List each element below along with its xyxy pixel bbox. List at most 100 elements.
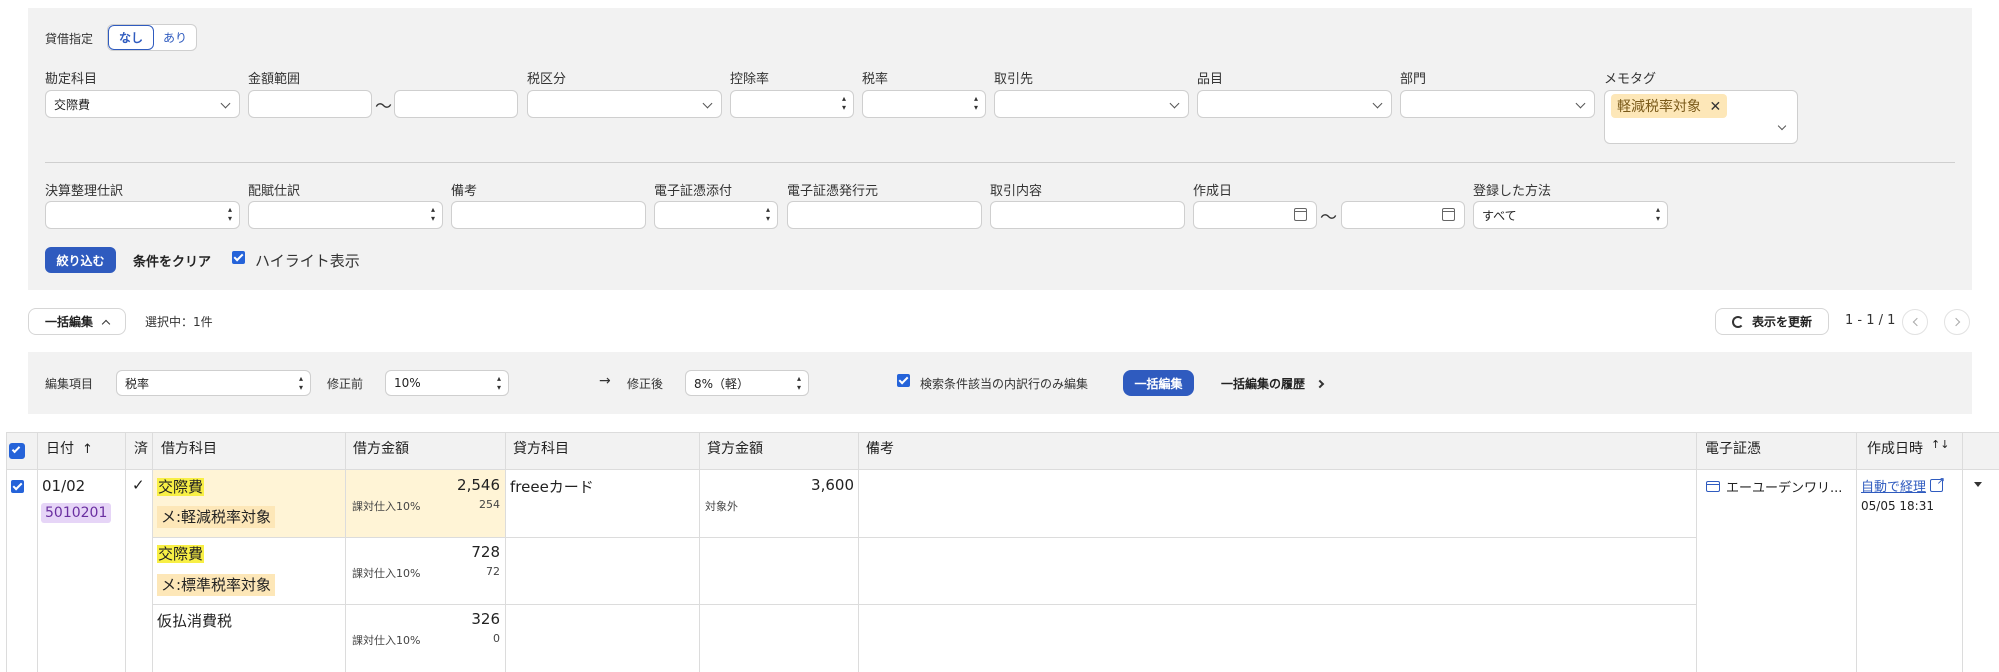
remarks-input[interactable]: [451, 201, 646, 229]
tax-category-select[interactable]: [527, 90, 722, 118]
amount-range-tilde: 〜: [375, 97, 392, 117]
grid-line: [125, 432, 126, 672]
ev-attach-select[interactable]: [654, 201, 778, 229]
grid-line: [1696, 432, 1697, 672]
calendar-icon[interactable]: [1294, 208, 1307, 221]
deduction-rate-label: 控除率: [730, 72, 770, 87]
debit-tax-amount: 254: [479, 498, 500, 511]
chevron-up-icon: [101, 319, 111, 328]
row-number-badge[interactable]: 5010201: [41, 503, 112, 523]
reg-method-label: 登録した方法: [1473, 184, 1552, 199]
bulk-history-button[interactable]: 一括編集の履歴: [1221, 375, 1325, 392]
account-label: 勘定科目: [45, 72, 98, 87]
amount-range-label: 金額範囲: [248, 72, 301, 87]
remarks-label: 備考: [451, 184, 478, 199]
bulk-before-label: 修正前: [327, 377, 364, 391]
amount-max-input[interactable]: [394, 90, 518, 118]
debit-amount: 2,546: [457, 476, 500, 494]
th-done: 済: [134, 441, 148, 457]
table-header: [6, 432, 1999, 470]
evidence-link[interactable]: エーユーデンワリ...: [1706, 477, 1842, 496]
row-menu-caret-icon[interactable]: [1974, 482, 1982, 487]
check-icon: [11, 444, 21, 454]
bulk-before-select[interactable]: 10%: [385, 370, 509, 396]
sort-up-icon[interactable]: ↑: [82, 442, 93, 457]
highlight-label: ハイライト表示: [255, 252, 360, 270]
calendar-icon[interactable]: [1442, 208, 1455, 221]
tax-rate-select[interactable]: [862, 90, 986, 118]
created-date-from[interactable]: [1193, 201, 1317, 229]
reg-method-select[interactable]: すべて: [1473, 201, 1668, 229]
highlight-checkbox[interactable]: [232, 251, 245, 264]
item-select[interactable]: [1197, 90, 1392, 118]
closing-select[interactable]: [45, 201, 240, 229]
memo-tag-select[interactable]: 軽減税率対象 ✕: [1604, 90, 1798, 144]
ev-issuer-input[interactable]: [787, 201, 982, 229]
credit-amount: 3,600: [811, 476, 854, 494]
th-remarks: 備考: [866, 441, 894, 457]
created-date-to[interactable]: [1341, 201, 1465, 229]
bulk-field-select[interactable]: 税率: [116, 370, 311, 396]
debit-tax-category: 課対仕入10%: [352, 500, 421, 513]
th-credit-amount: 貸方金額: [707, 441, 763, 457]
taishaku-toggle: なし あり: [107, 24, 197, 51]
grid-line: [1856, 432, 1857, 672]
txn-content-input[interactable]: [990, 201, 1185, 229]
bulk-apply-button[interactable]: 一括編集: [1123, 370, 1194, 396]
ev-issuer-label: 電子証憑発行元: [787, 184, 879, 199]
bulk-arrow: →: [599, 373, 611, 389]
external-link-icon: ↗: [1930, 477, 1945, 492]
chevron-right-icon: [1951, 317, 1960, 327]
closing-label: 決算整理仕訳: [45, 184, 124, 199]
sort-both-icon[interactable]: ↑↓: [1931, 438, 1949, 451]
grid-line: [152, 604, 1696, 605]
th-credit-account: 貸方科目: [513, 441, 569, 457]
apply-filter-button[interactable]: 絞り込む: [45, 247, 116, 273]
debit-tax-category: 課対仕入10%: [352, 634, 421, 647]
refresh-button[interactable]: 表示を更新: [1715, 308, 1829, 335]
allocation-select[interactable]: [248, 201, 443, 229]
taishaku-none-button[interactable]: なし: [108, 25, 154, 50]
auto-journal-link[interactable]: 自動で経理 ↗: [1861, 476, 1945, 496]
tax-category-label: 税区分: [527, 72, 567, 87]
grid-line: [1962, 432, 1963, 672]
row-checkbox[interactable]: [11, 480, 24, 493]
bulk-field-label: 編集項目: [45, 377, 94, 391]
deduction-rate-select[interactable]: [730, 90, 854, 118]
done-check-icon: ✓: [132, 476, 145, 494]
account-select[interactable]: 交際費: [45, 90, 240, 118]
prev-page-button[interactable]: [1902, 309, 1928, 335]
partner-label: 取引先: [994, 72, 1034, 87]
chevron-down-icon: [1777, 121, 1787, 131]
refresh-icon: [1731, 315, 1744, 328]
grid-line: [345, 432, 346, 672]
pagination-text: 1 - 1 / 1: [1845, 313, 1896, 328]
header-select-all[interactable]: [9, 443, 25, 459]
grid-line: [152, 432, 153, 672]
partner-select[interactable]: [994, 90, 1189, 118]
debit-account: 仮払消費税: [157, 612, 233, 630]
chip-remove-icon[interactable]: ✕: [1709, 99, 1721, 115]
created-date-tilde: 〜: [1320, 208, 1337, 228]
credit-tax-category: 対象外: [705, 500, 738, 513]
th-created-at[interactable]: 作成日時 ↑↓: [1867, 438, 1949, 458]
only-matching-checkbox[interactable]: [897, 374, 910, 387]
grid-line: [699, 432, 700, 672]
next-page-button[interactable]: [1944, 309, 1970, 335]
th-date[interactable]: 日付 ↑: [46, 438, 93, 458]
department-select[interactable]: [1400, 90, 1595, 118]
bulk-edit-toggle[interactable]: 一括編集: [28, 308, 126, 335]
debit-memo: メ:軽減税率対象: [157, 506, 276, 528]
amount-min-input[interactable]: [248, 90, 372, 118]
bulk-after-select[interactable]: 8%（軽）: [685, 370, 809, 396]
selected-count: 選択中：1件: [145, 315, 213, 329]
allocation-label: 配賦仕訳: [248, 184, 301, 199]
tax-rate-label: 税率: [862, 72, 889, 87]
clear-filter-button[interactable]: 条件をクリア: [133, 251, 211, 270]
grid-line: [6, 432, 7, 672]
taishaku-yes-button[interactable]: あり: [154, 25, 196, 50]
th-evidence: 電子証憑: [1705, 441, 1761, 457]
created-date-label: 作成日: [1193, 184, 1233, 199]
chevron-right-icon: [1315, 379, 1325, 388]
grid-line: [858, 432, 859, 672]
